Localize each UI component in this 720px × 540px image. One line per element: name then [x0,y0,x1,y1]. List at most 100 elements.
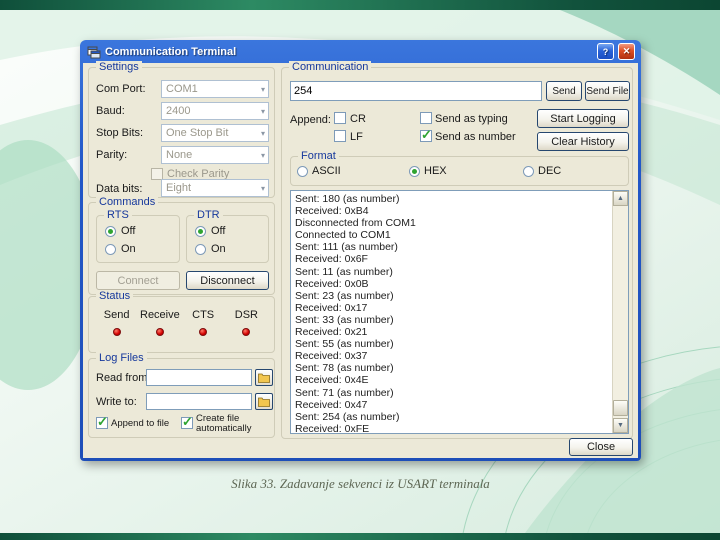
scroll-up-button[interactable]: ▲ [613,191,628,206]
rts-group-label: RTS [104,209,132,221]
window-close-button[interactable]: ✕ [618,43,635,60]
log-line: Received: 0x47 [295,398,368,411]
log-line: Sent: 33 (as number) [295,313,394,326]
check-icon: ✓ [421,127,432,142]
folder-icon [258,397,270,407]
log-line: Received: 0x21 [295,326,368,339]
dtr-group: DTR Off On [186,209,269,263]
format-hex-label: HEX [424,165,447,177]
browse-read-file-button[interactable] [255,369,273,386]
parity-label: Parity: [96,149,128,161]
connect-button[interactable]: Connect [96,271,180,290]
title-bar[interactable]: Communication Terminal ? ✕ [83,40,638,63]
data-bits-select[interactable]: Eight ▾ [161,179,269,197]
write-to-input[interactable] [146,393,252,410]
rts-on-label: On [121,243,136,255]
append-to-file-checkbox[interactable]: ✓ [96,414,108,429]
send-as-number-label: Send as number [435,131,516,143]
status-receive: Receive [138,309,181,336]
dtr-off-label: Off [211,225,226,237]
cr-label: CR [350,113,366,125]
log-line: Sent: 71 (as number) [295,386,394,399]
window-title: Communication Terminal [105,45,237,58]
format-group: Format ASCII HEX DEC [290,150,629,186]
status-indicators: Send Receive CTS DSR [95,309,268,336]
com-port-select[interactable]: COM1 ▾ [161,80,269,98]
log-line: Received: 0xFE [295,422,370,434]
status-dsr: DSR [225,309,268,336]
rts-group: RTS Off On [96,209,180,263]
format-hex-radio[interactable] [409,166,420,177]
log-line: Sent: 11 (as number) [295,265,393,278]
close-button[interactable]: Close [569,438,633,456]
help-button[interactable]: ? [597,43,614,60]
format-ascii-label: ASCII [312,165,341,177]
lf-checkbox[interactable] [334,130,346,142]
baud-value: 2400 [166,105,191,117]
log-scrollbar[interactable]: ▲ ▼ [612,191,628,433]
format-group-label: Format [298,150,339,162]
parity-select[interactable]: None ▾ [161,146,269,164]
log-line: Received: 0x17 [295,301,368,314]
log-line: Sent: 23 (as number) [295,289,394,302]
clear-history-button[interactable]: Clear History [537,132,629,151]
read-from-label: Read from: [96,372,151,384]
log-lines: Sent: 180 (as number) Received: 0xB4 Dis… [295,193,610,434]
status-send: Send [95,309,138,336]
log-line: Received: 0xB4 [295,205,369,218]
dsr-led-indicator [242,328,251,336]
parity-value: None [166,149,193,161]
send-led-indicator [112,328,121,336]
log-line: Sent: 254 (as number) [295,410,400,423]
rts-off-radio[interactable] [105,226,116,237]
cts-led-indicator [199,328,208,336]
format-dec-label: DEC [538,165,562,177]
baud-select[interactable]: 2400 ▾ [161,102,269,120]
chevron-down-icon: ▾ [260,128,265,138]
browse-write-file-button[interactable] [255,393,273,410]
send-input[interactable] [290,81,542,101]
settings-group: Settings Com Port: COM1 ▾ Baud: 2400 ▾ S… [88,61,275,198]
check-icon: ✓ [97,414,108,429]
data-bits-label: Data bits: [96,183,143,195]
log-output[interactable]: Sent: 180 (as number) Received: 0xB4 Dis… [290,190,629,434]
data-bits-value: Eight [166,182,192,194]
scroll-down-button[interactable]: ▼ [613,418,628,433]
start-logging-button[interactable]: Start Logging [537,109,629,128]
log-line: Sent: 111 (as number) [295,241,398,254]
status-cts: CTS [182,309,225,336]
format-ascii-radio[interactable] [297,166,308,177]
commands-group-label: Commands [96,196,159,208]
dtr-on-radio[interactable] [195,244,206,255]
scrollbar-thumb[interactable] [613,400,628,416]
stop-bits-label: Stop Bits: [96,127,144,139]
send-as-typing-checkbox[interactable] [420,112,432,124]
log-line: Received: 0x4E [295,374,369,387]
app-icon [87,46,101,58]
rts-on-radio[interactable] [105,244,116,255]
dtr-off-radio[interactable] [195,226,206,237]
communication-group-label: Communication [289,61,372,73]
rts-off-label: Off [121,225,136,237]
cr-checkbox[interactable] [334,112,346,124]
top-border-strip [0,0,720,10]
baud-label: Baud: [96,105,125,117]
scrollbar-track[interactable] [613,206,628,418]
send-as-number-checkbox[interactable]: ✓ [420,127,432,142]
check-icon: ✓ [182,414,193,429]
read-from-input[interactable] [146,369,252,386]
stop-bits-select[interactable]: One Stop Bit ▾ [161,124,269,142]
send-button[interactable]: Send [546,81,582,101]
status-group-label: Status [96,290,134,302]
format-dec-radio[interactable] [523,166,534,177]
dialog-client-area: Settings Com Port: COM1 ▾ Baud: 2400 ▾ S… [83,61,638,458]
log-line: Received: 0x6F [295,253,368,266]
create-file-checkbox[interactable]: ✓ [181,414,193,429]
stop-bits-value: One Stop Bit [166,127,229,139]
commands-group: Commands RTS Off On DTR Off On Connect D… [88,196,275,295]
disconnect-button[interactable]: Disconnect [186,271,269,290]
send-file-button[interactable]: Send File [585,81,630,101]
settings-group-label: Settings [96,61,142,73]
append-label: Append: [290,114,331,126]
communication-group: Communication Send Send File Append: CR … [281,61,633,439]
